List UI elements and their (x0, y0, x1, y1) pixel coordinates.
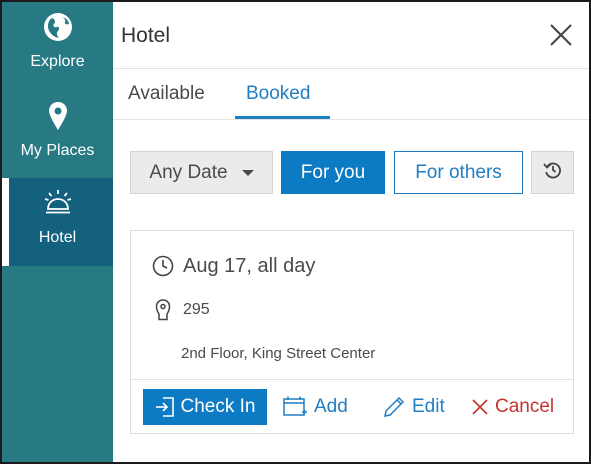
sidebar-item-label: Hotel (38, 229, 77, 246)
tab-bar: Available Booked (113, 69, 589, 119)
map-pin-icon (48, 101, 68, 136)
booking-location-row: 2nd Floor, King Street Center (181, 345, 375, 362)
check-in-button[interactable]: Check In (143, 389, 267, 425)
calendar-add-icon (282, 395, 308, 419)
booking-room-number: 295 (183, 301, 210, 318)
clock-icon (151, 254, 175, 278)
date-filter-label: Any Date (149, 161, 228, 183)
add-label: Add (314, 396, 348, 417)
app-window: Explore My Places Hotel Hotel Available … (0, 0, 591, 464)
booking-date-row: Aug 17, all day (151, 254, 315, 278)
close-icon[interactable] (548, 22, 574, 48)
sidebar-item-hotel[interactable]: Hotel (2, 178, 113, 266)
cancel-label: Cancel (495, 396, 555, 417)
booking-room-row: 295 (151, 298, 210, 322)
booking-location: 2nd Floor, King Street Center (181, 345, 376, 362)
add-to-calendar-button[interactable]: Add (282, 389, 348, 425)
pencil-icon (382, 395, 406, 419)
edit-button[interactable]: Edit (382, 389, 445, 425)
panel-title: Hotel (121, 24, 171, 47)
for-others-button[interactable]: For others (394, 151, 523, 194)
tab-available[interactable]: Available (128, 83, 205, 105)
globe-icon (43, 12, 73, 47)
divider (113, 119, 589, 120)
chevron-down-icon (241, 169, 254, 176)
location-pin-icon (151, 298, 175, 322)
sidebar-item-explore[interactable]: Explore (2, 2, 113, 89)
cancel-booking-button[interactable]: Cancel (471, 389, 554, 425)
edit-label: Edit (412, 396, 445, 417)
booking-card: Aug 17, all day 295 2nd Floor, King Stre… (130, 230, 574, 434)
check-in-label: Check In (180, 396, 256, 417)
close-x-icon (471, 398, 489, 416)
for-you-button[interactable]: For you (281, 151, 385, 194)
hotel-panel: Hotel Available Booked Any Date For you … (113, 2, 589, 462)
refresh-button[interactable] (531, 151, 574, 194)
booking-actions: Check In Add Edit Cancel (131, 380, 573, 435)
hotel-bell-icon (43, 188, 73, 223)
booking-date: Aug 17, all day (183, 254, 316, 277)
check-in-icon (155, 396, 175, 418)
tab-booked[interactable]: Booked (246, 83, 310, 105)
refresh-icon (542, 159, 564, 187)
sidebar-item-label: My Places (20, 142, 95, 159)
date-filter-dropdown[interactable]: Any Date (130, 151, 273, 194)
sidebar-item-my-places[interactable]: My Places (2, 89, 113, 178)
sidebar: Explore My Places Hotel (2, 2, 113, 462)
sidebar-item-label: Explore (30, 53, 85, 70)
